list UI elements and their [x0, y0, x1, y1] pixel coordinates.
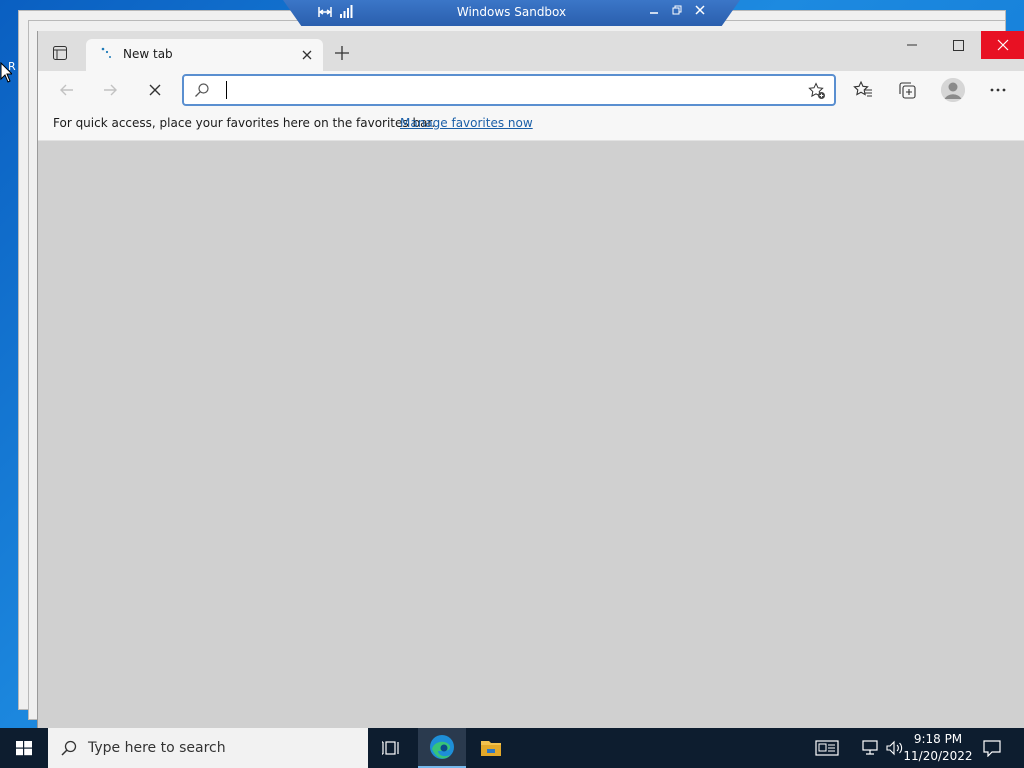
taskbar-search-placeholder: Type here to search	[88, 740, 226, 756]
forward-arrow-icon[interactable]	[100, 80, 120, 100]
task-view-button[interactable]	[368, 728, 416, 768]
clock-time: 9:18 PM	[913, 732, 963, 746]
minimize-icon	[650, 12, 658, 14]
minimize-button[interactable]	[889, 31, 935, 59]
collections-icon[interactable]	[897, 80, 917, 100]
user-icon	[941, 78, 965, 102]
mouse-cursor-icon	[0, 62, 12, 83]
address-bar[interactable]	[182, 74, 836, 106]
favorites-icon[interactable]	[853, 80, 873, 100]
notifications-icon[interactable]	[982, 739, 1002, 757]
taskbar-file-explorer-app[interactable]	[467, 728, 515, 768]
sandbox-restore-button[interactable]	[668, 3, 686, 21]
stop-loading-icon[interactable]	[145, 80, 165, 100]
tab-strip: New tab	[38, 31, 1024, 71]
minimize-icon	[907, 44, 917, 46]
browser-toolbar	[38, 71, 1024, 109]
sandbox-close-button[interactable]	[691, 3, 709, 21]
close-button[interactable]	[981, 31, 1024, 59]
sandbox-title-bar: Windows Sandbox	[283, 0, 740, 26]
task-view-icon	[382, 741, 399, 755]
browser-window: New tab For quick access, place your fav…	[37, 31, 1024, 728]
search-icon	[195, 83, 209, 97]
profile-avatar[interactable]	[941, 78, 965, 102]
favorites-bar: For quick access, place your favorites h…	[38, 109, 1024, 141]
clock-date: 11/20/2022	[903, 749, 973, 763]
system-clock[interactable]: 9:18 PM 11/20/2022	[903, 731, 973, 765]
search-icon	[61, 740, 77, 756]
manage-favorites-link[interactable]: Manage favorites now	[400, 116, 533, 130]
tab-title: New tab	[123, 47, 173, 61]
network-icon[interactable]	[861, 739, 881, 757]
start-button[interactable]	[0, 728, 48, 768]
news-widget-icon[interactable]	[815, 739, 839, 757]
favorites-bar-hint: For quick access, place your favorites h…	[53, 116, 436, 130]
taskbar-search-box[interactable]: Type here to search	[48, 728, 368, 768]
edge-browser-icon	[430, 735, 454, 759]
loading-spinner-icon	[101, 47, 111, 58]
restore-icon	[672, 5, 682, 15]
maximize-button[interactable]	[935, 31, 981, 59]
more-options-icon[interactable]	[988, 80, 1008, 100]
taskbar-edge-app[interactable]	[418, 728, 466, 768]
close-icon	[997, 39, 1009, 51]
volume-icon[interactable]	[885, 739, 905, 757]
tab-actions-icon[interactable]	[52, 45, 68, 61]
tab-close-icon[interactable]	[299, 47, 315, 63]
close-icon	[695, 5, 705, 15]
page-content	[38, 141, 1024, 728]
windows-logo-icon	[16, 741, 32, 756]
maximize-icon	[953, 40, 964, 51]
new-tab-icon[interactable]	[334, 45, 350, 61]
address-input[interactable]	[224, 80, 784, 100]
tab-new-tab[interactable]: New tab	[86, 39, 323, 71]
text-caret	[226, 81, 227, 99]
add-favorite-star-icon[interactable]	[808, 82, 826, 100]
folder-icon	[481, 741, 501, 756]
taskbar: Type here to search 9:18 PM 11/20/2022	[0, 728, 1024, 768]
sandbox-minimize-button[interactable]	[645, 3, 663, 21]
back-arrow-icon[interactable]	[57, 80, 77, 100]
